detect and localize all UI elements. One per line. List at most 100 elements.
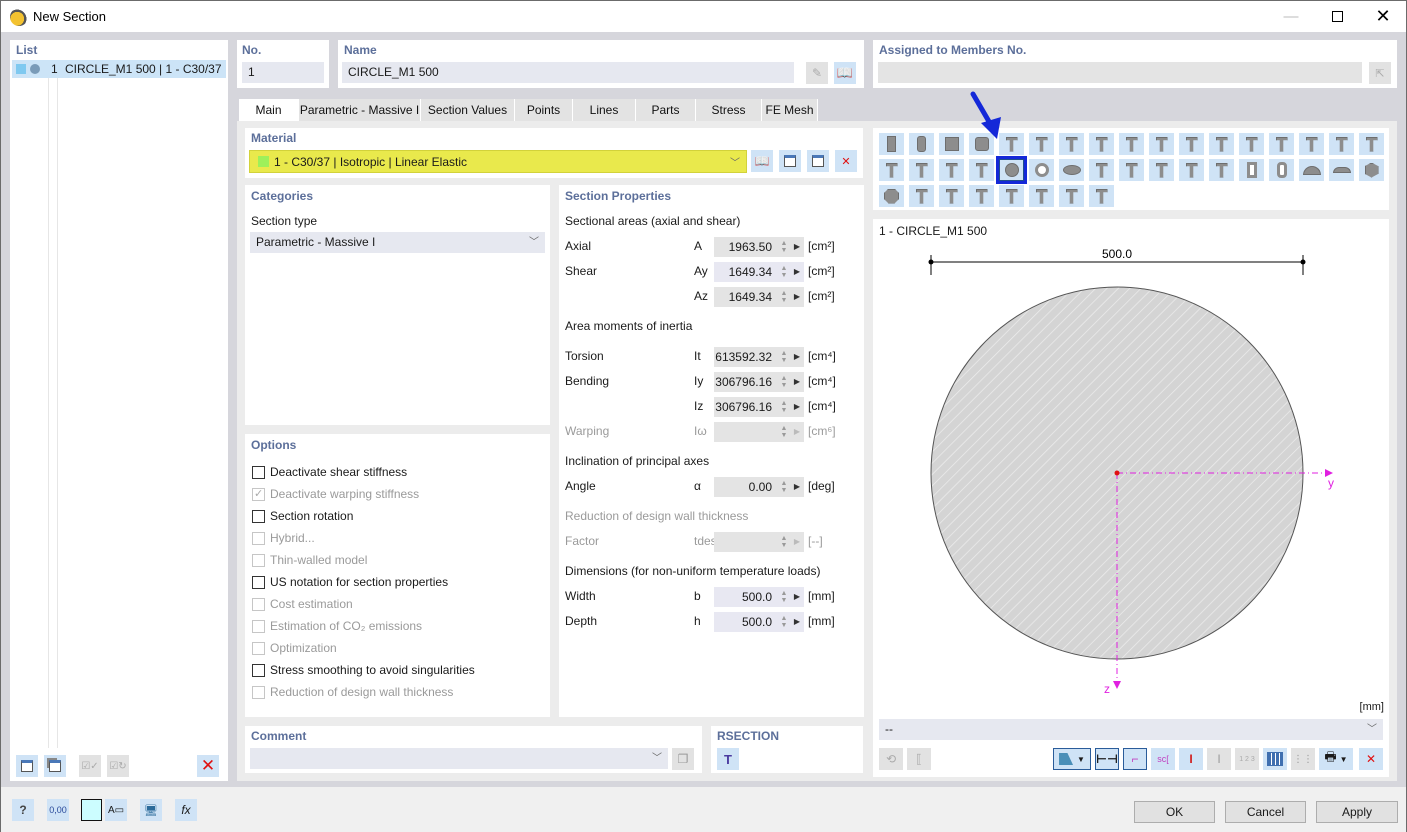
shape-i-section-asymmetric-button[interactable] xyxy=(969,159,994,181)
shape-circle-button[interactable] xyxy=(996,156,1027,184)
tab-main[interactable]: Main xyxy=(239,99,299,123)
shape-t-section-tapered-button[interactable] xyxy=(1059,133,1084,155)
edit-material-button[interactable] xyxy=(807,150,829,172)
option-checkbox[interactable] xyxy=(252,664,265,677)
arrow-right-icon[interactable]: ▶ xyxy=(792,587,802,607)
shape-ellipse-button[interactable] xyxy=(1059,159,1084,181)
spinner-icon[interactable]: ▲ ▼ xyxy=(780,425,788,439)
material-select[interactable]: 1 - C30/37 | Isotropic | Linear Elastic … xyxy=(249,150,747,173)
cancel-button[interactable]: Cancel xyxy=(1225,801,1306,823)
shape-hollow-rectangle-button[interactable] xyxy=(1239,159,1264,181)
shape-rounded-rectangle-button[interactable] xyxy=(909,133,934,155)
spinner-icon[interactable]: ▲ ▼ xyxy=(780,535,788,549)
axes-button[interactable]: ⌐ xyxy=(1123,748,1147,770)
formula-button[interactable]: fx xyxy=(175,799,197,821)
spinner-icon[interactable]: ▲ ▼ xyxy=(780,615,788,629)
depth-input[interactable]: 500.0 ▲ ▼ ▶ xyxy=(714,612,804,632)
tab-lines[interactable]: Lines xyxy=(573,99,636,121)
mirror-button[interactable]: ⟦ xyxy=(907,748,931,770)
arrow-right-icon[interactable]: ▶ xyxy=(792,532,802,552)
arrow-right-icon[interactable]: ▶ xyxy=(792,372,802,392)
axial-input[interactable]: 1963.50 ▲ ▼ ▶ xyxy=(714,237,804,257)
width-input[interactable]: 500.0 ▲ ▼ ▶ xyxy=(714,587,804,607)
option-checkbox[interactable] xyxy=(252,466,265,479)
color-swatch-button[interactable] xyxy=(81,799,102,821)
shape-octagon-button[interactable] xyxy=(879,185,904,207)
tab-stress-points[interactable]: Stress Points xyxy=(696,99,762,139)
comment-field[interactable]: ﹀ xyxy=(250,748,668,769)
display-settings-button[interactable]: A▭ xyxy=(105,799,127,821)
shape-i-section-wide-button[interactable] xyxy=(939,159,964,181)
tab-points[interactable]: Points xyxy=(515,99,573,121)
arrow-right-icon[interactable]: ▶ xyxy=(792,347,802,367)
copy-section-button[interactable] xyxy=(44,755,66,777)
shape-u-channel-button[interactable] xyxy=(1149,159,1174,181)
comment-copy-button[interactable]: ❐ xyxy=(672,748,694,770)
shape-hexagon-button[interactable] xyxy=(1359,159,1384,181)
ok-button[interactable]: OK xyxy=(1134,801,1215,823)
shape-inverted-t-haunched-button[interactable] xyxy=(1149,133,1174,155)
shape-t-section-narrow-button[interactable] xyxy=(1089,133,1114,155)
arrow-right-icon[interactable]: ▶ xyxy=(792,422,802,442)
units-button[interactable]: 0,00 xyxy=(47,799,69,821)
delete-material-button[interactable]: ✕ xyxy=(835,150,857,172)
angle-input[interactable]: 0.00 ▲ ▼ ▶ xyxy=(714,477,804,497)
shape-t-section-button[interactable] xyxy=(1029,133,1054,155)
spinner-icon[interactable]: ▲ ▼ xyxy=(780,265,788,279)
shape-semicircle-button[interactable] xyxy=(1299,159,1324,181)
shape-z-section-button[interactable] xyxy=(1119,159,1144,181)
shape-hollow-rounded-button[interactable] xyxy=(1269,159,1294,181)
arrow-right-icon[interactable]: ▶ xyxy=(792,287,802,307)
shape-parallelogram-button[interactable] xyxy=(1089,185,1114,207)
shape-circular-segment-button[interactable] xyxy=(1329,159,1354,181)
torsion-input[interactable]: 613592.32 ▲ ▼ ▶ xyxy=(714,347,804,367)
delete-section-button[interactable]: ✕ xyxy=(197,755,219,777)
section-type-select[interactable]: Parametric - Massive I ﹀ xyxy=(250,232,545,253)
shape-double-t-tapered-button[interactable] xyxy=(1269,133,1294,155)
view-button[interactable]: 🖥 xyxy=(140,799,162,821)
arrow-right-icon[interactable]: ▶ xyxy=(792,262,802,282)
spinner-icon[interactable]: ▲ ▼ xyxy=(780,590,788,604)
spinner-icon[interactable]: ▲ ▼ xyxy=(780,375,788,389)
grid-button[interactable] xyxy=(1263,748,1287,770)
shape-i-section-tapered-button[interactable] xyxy=(1359,133,1384,155)
minimize-button[interactable]: — xyxy=(1268,1,1314,32)
shape-l-angle-button[interactable] xyxy=(1089,159,1114,181)
numbering-button[interactable]: 1 2 3 xyxy=(1235,748,1259,770)
dimension-button[interactable]: ⊢⊣ xyxy=(1095,748,1119,770)
shape-stepped-t-button[interactable] xyxy=(1029,185,1054,207)
preview-options-select[interactable]: -- ﹀ xyxy=(879,719,1383,740)
shape-inverted-t-tapered-button[interactable] xyxy=(1119,133,1144,155)
option-checkbox[interactable] xyxy=(252,510,265,523)
arrow-right-icon[interactable]: ▶ xyxy=(792,397,802,417)
shape-notched-rectangle-button[interactable] xyxy=(939,185,964,207)
close-button[interactable]: ✕ xyxy=(1360,1,1406,32)
arrow-right-icon[interactable]: ▶ xyxy=(792,477,802,497)
shape-u-channel-thick-button[interactable] xyxy=(1179,159,1204,181)
reset-zoom-button[interactable]: ✕ xyxy=(1359,748,1383,770)
shape-i-section-button[interactable] xyxy=(1329,133,1354,155)
arrow-right-icon[interactable]: ▶ xyxy=(792,237,802,257)
spinner-icon[interactable]: ▲ ▼ xyxy=(780,480,788,494)
shape-rectangle-button[interactable] xyxy=(879,133,904,155)
shape-chamfered-rectangle-button[interactable] xyxy=(909,185,934,207)
shape-arrow-notch-button[interactable] xyxy=(999,185,1024,207)
option-checkbox[interactable] xyxy=(252,576,265,589)
spinner-icon[interactable]: ▲ ▼ xyxy=(780,290,788,304)
tab-section-values[interactable]: Section Values xyxy=(421,99,515,121)
no-field[interactable]: 1 xyxy=(242,62,324,83)
shape-stepped-rect-button[interactable] xyxy=(1059,185,1084,207)
shape-pentagon-button[interactable] xyxy=(969,185,994,207)
maximize-button[interactable] xyxy=(1314,1,1360,32)
arrow-right-icon[interactable]: ▶ xyxy=(792,612,802,632)
help-button[interactable]: ? xyxy=(12,799,34,821)
i-section-outline-button[interactable]: I xyxy=(1207,748,1231,770)
shape-i-section-narrow-button[interactable] xyxy=(909,159,934,181)
shear-z-input[interactable]: 1649.34 ▲ ▼ ▶ xyxy=(714,287,804,307)
display-mode-button[interactable]: ▼ xyxy=(1053,748,1091,770)
material-library-button[interactable]: 📖 xyxy=(751,150,773,172)
new-material-button[interactable] xyxy=(779,150,801,172)
edit-name-button[interactable]: ✎ xyxy=(806,62,828,84)
assigned-members-field[interactable] xyxy=(878,62,1362,83)
shape-double-t-button[interactable] xyxy=(1239,133,1264,155)
